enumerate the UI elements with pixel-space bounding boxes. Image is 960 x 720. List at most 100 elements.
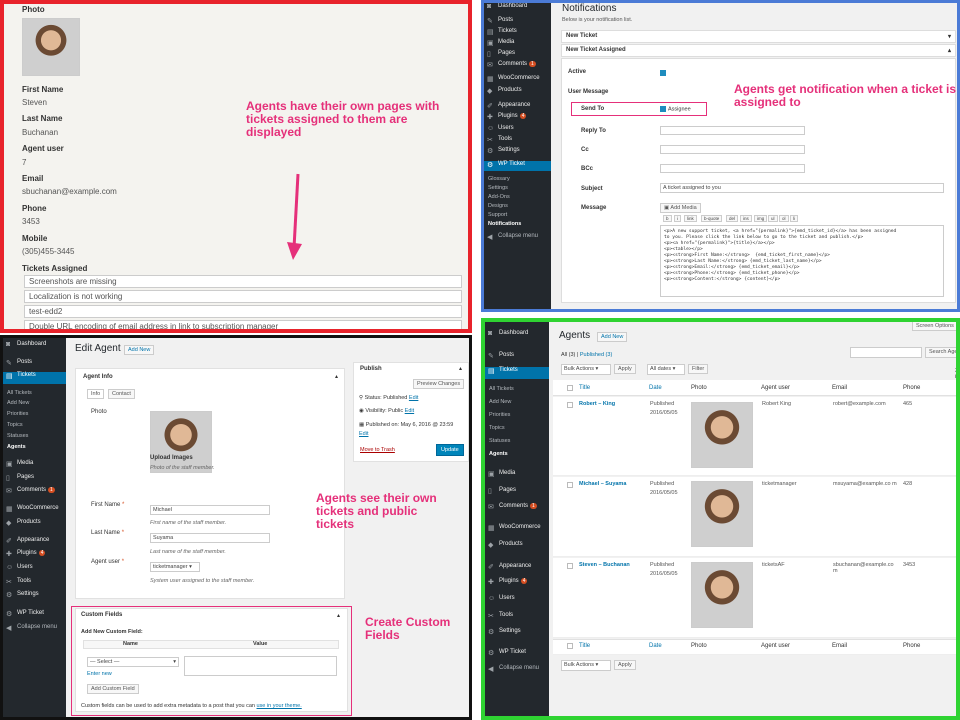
sidebar-item-tools[interactable]: ✂ Tools	[3, 578, 66, 588]
sidebar-item-pages[interactable]: ▯ Pages	[3, 474, 66, 484]
sidebar-item-wp-ticket[interactable]: ⚙ WP Ticket	[485, 649, 549, 659]
ticket-link[interactable]: Screenshots are missing	[24, 275, 462, 288]
submenu-priorities[interactable]: Priorities	[489, 412, 510, 418]
move-to-trash-link[interactable]: Move to Trash	[360, 447, 395, 453]
submenu-agents[interactable]: Agents	[489, 451, 508, 457]
ticket-link[interactable]: Localization is not working	[24, 290, 462, 303]
collapse-arrow-icon[interactable]: ▴	[337, 612, 340, 619]
ticket-link[interactable]: Double URL encoding of email address in …	[24, 320, 462, 329]
sidebar-item-media[interactable]: ▣ Media	[3, 460, 66, 470]
sidebar-item-users[interactable]: ☺ Users	[3, 564, 66, 574]
submenu-glossary[interactable]: Glossary	[488, 176, 510, 182]
send-to-assignee[interactable]: Assignee	[660, 106, 691, 112]
update-button[interactable]: Update	[436, 444, 464, 456]
cc-input[interactable]	[660, 145, 805, 154]
sidebar-item-comments[interactable]: ✉ Comments 1	[484, 61, 551, 71]
sidebar-item-users[interactable]: ☺ Users	[485, 595, 549, 605]
add-new-button[interactable]: Add New	[124, 345, 155, 355]
filter-button[interactable]: Filter	[688, 364, 709, 374]
sidebar-item-appearance[interactable]: ✐ Appearance	[484, 102, 551, 112]
search-agents-button[interactable]: Search Agen	[925, 347, 956, 358]
collapse-menu[interactable]: ◀ Collapse menu	[485, 665, 549, 675]
sidebar-item-plugins[interactable]: ✚ Plugins 4	[485, 578, 549, 588]
sidebar-item-appearance[interactable]: ✐ Appearance	[485, 563, 549, 573]
submenu-notifications[interactable]: Notifications	[488, 221, 521, 227]
filter-published[interactable]: Published (3)	[580, 352, 612, 358]
sidebar-item-wp-ticket[interactable]: ⚙ WP Ticket	[484, 161, 551, 171]
sidebar-item-tools[interactable]: ✂ Tools	[484, 136, 551, 146]
collapse-arrow-icon[interactable]: ▴	[335, 373, 338, 380]
submenu-statuses[interactable]: Statuses	[489, 438, 510, 444]
last-name-input[interactable]: Suyama	[150, 533, 270, 543]
sidebar-item-settings[interactable]: ⚙ Settings	[484, 147, 551, 157]
collapse-menu[interactable]: ◀ Collapse menu	[3, 624, 66, 634]
submenu-topics[interactable]: Topics	[489, 425, 505, 431]
col-title[interactable]: Title	[579, 643, 590, 649]
sidebar-item-settings[interactable]: ⚙ Settings	[485, 628, 549, 638]
agent-title-link[interactable]: Michael – Suyama	[579, 481, 626, 487]
search-input[interactable]	[850, 347, 922, 358]
select-all-checkbox[interactable]	[567, 643, 573, 649]
subject-input[interactable]: A ticket assigned to you	[660, 183, 944, 193]
submenu-add-new[interactable]: Add New	[7, 400, 29, 406]
add-custom-field-button[interactable]: Add Custom Field	[87, 684, 139, 694]
bulk-actions-select-bottom[interactable]: Bulk Actions ▾	[561, 660, 611, 671]
submenu-priorities[interactable]: Priorities	[7, 411, 28, 417]
first-name-input[interactable]: Michael	[150, 505, 270, 515]
toolbar-del-button[interactable]: del	[726, 215, 739, 222]
toolbar-li-button[interactable]: li	[790, 215, 798, 222]
sidebar-item-settings[interactable]: ⚙ Settings	[3, 591, 66, 601]
dates-select[interactable]: All dates ▾	[647, 364, 685, 375]
cf-value-textarea[interactable]	[184, 656, 337, 676]
sidebar-item-posts[interactable]: ✎ Posts	[3, 359, 66, 369]
upload-images-link[interactable]: Upload Images	[150, 455, 193, 461]
bulk-actions-select[interactable]: Bulk Actions ▾	[561, 364, 611, 375]
submenu-add-new[interactable]: Add New	[489, 399, 511, 405]
add-new-button[interactable]: Add New	[597, 332, 628, 342]
screen-options-button[interactable]: Screen Options	[912, 322, 956, 331]
sidebar-item-wp-ticket[interactable]: ⚙ WP Ticket	[3, 610, 66, 620]
toolbar-link-button[interactable]: link	[684, 215, 697, 222]
collapse-arrow-icon[interactable]: ▴	[459, 365, 462, 372]
toolbar-ins-button[interactable]: ins	[740, 215, 752, 222]
col-date[interactable]: Date	[649, 385, 662, 391]
sidebar-item-users[interactable]: ☺ Users	[484, 125, 551, 135]
sidebar-item-products[interactable]: ◆ Products	[484, 87, 551, 97]
tab-contact[interactable]: Contact	[108, 389, 135, 399]
select-all-checkbox[interactable]	[567, 385, 573, 391]
sidebar-item-posts[interactable]: ✎ Posts	[485, 352, 549, 362]
apply-button[interactable]: Apply	[614, 364, 636, 374]
sidebar-item-tools[interactable]: ✂ Tools	[485, 612, 549, 622]
cf-enter-new-link[interactable]: Enter new	[87, 671, 112, 677]
col-title[interactable]: Title	[579, 385, 590, 391]
toolbar-bold-button[interactable]: b	[663, 215, 672, 222]
agent-title-link[interactable]: Steven – Buchanan	[579, 562, 630, 568]
sidebar-item-woocommerce[interactable]: ▦ WooCommerce	[484, 75, 551, 85]
preview-changes-button[interactable]: Preview Changes	[413, 379, 465, 389]
sidebar-item-comments[interactable]: ✉ Comments 1	[485, 503, 549, 513]
submenu-designs[interactable]: Designs	[488, 203, 508, 209]
sidebar-item-products[interactable]: ◆ Products	[485, 541, 549, 551]
col-date[interactable]: Date	[649, 643, 662, 649]
sidebar-item-appearance[interactable]: ✐ Appearance	[3, 537, 66, 547]
toolbar-ul-button[interactable]: ul	[768, 215, 778, 222]
sidebar-item-plugins[interactable]: ✚ Plugins 4	[484, 113, 551, 123]
agent-photo[interactable]	[150, 411, 212, 473]
sidebar-item-products[interactable]: ◆ Products	[3, 519, 66, 529]
row-checkbox[interactable]	[567, 482, 573, 488]
active-checkbox[interactable]	[660, 70, 666, 76]
edit-date-link[interactable]: Edit	[359, 431, 368, 437]
filter-all[interactable]: All (3)	[561, 352, 575, 358]
ticket-link[interactable]: test-edd2	[24, 305, 462, 318]
sidebar-item-woocommerce[interactable]: ▦ WooCommerce	[485, 524, 549, 534]
row-checkbox[interactable]	[567, 563, 573, 569]
submenu-all-tickets[interactable]: All Tickets	[489, 386, 514, 392]
sidebar-item-tickets[interactable]: ▤ Tickets	[485, 367, 549, 379]
agent-title-link[interactable]: Robert – King	[579, 401, 615, 407]
submenu-statuses[interactable]: Statuses	[7, 433, 28, 439]
row-checkbox[interactable]	[567, 402, 573, 408]
tab-info[interactable]: Info	[87, 389, 105, 399]
submenu-add-ons[interactable]: Add-Ons	[488, 194, 510, 200]
new-ticket-bar[interactable]: New Ticket ▾	[561, 30, 956, 43]
sidebar-item-tickets[interactable]: ▤ Tickets	[3, 372, 66, 384]
